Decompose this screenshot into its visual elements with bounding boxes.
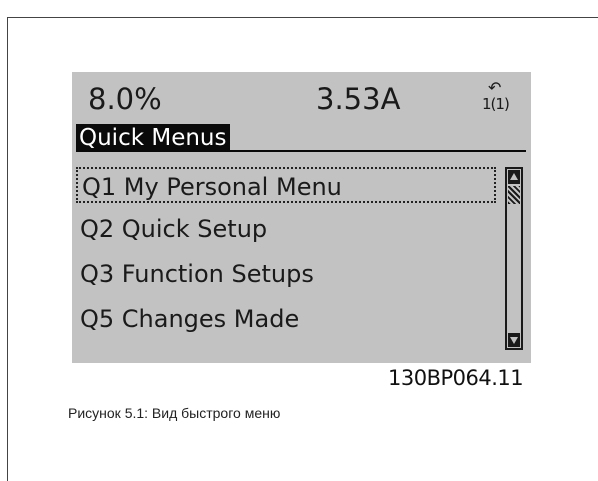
figure-code: 130BP064.11 <box>388 366 524 390</box>
setup-indicator: ↶ 1(1) <box>482 80 522 116</box>
menu-title-bar: Quick Menus <box>76 124 526 152</box>
menu-item-q2[interactable]: Q2 Quick Setup <box>76 211 496 247</box>
scroll-down-arrow-icon[interactable] <box>508 333 520 347</box>
status-row: 8.0% 3.53A ↶ 1(1) <box>72 72 531 122</box>
title-underline <box>76 150 526 152</box>
setup-arrow-icon: ↶ <box>488 78 502 97</box>
figure-caption: Рисунок 5.1: Вид быстрого меню <box>68 405 281 421</box>
status-left-value: 8.0% <box>88 82 162 116</box>
menu-item-q1[interactable]: Q1 My Personal Menu <box>76 167 496 203</box>
menu-title: Quick Menus <box>76 124 231 152</box>
menu-item-q3[interactable]: Q3 Function Setups <box>76 256 496 292</box>
frame-top-border <box>7 17 598 18</box>
scroll-up-arrow-icon[interactable] <box>508 170 520 184</box>
menu-item-q5[interactable]: Q5 Changes Made <box>76 301 496 337</box>
scrollbar[interactable] <box>505 167 523 350</box>
status-mid-value: 3.53A <box>316 82 401 116</box>
lcp-display: 8.0% 3.53A ↶ 1(1) Quick Menus Q1 My Pers… <box>72 72 531 363</box>
setup-indicator-text: 1(1) <box>482 95 510 113</box>
scroll-thumb[interactable] <box>508 186 520 204</box>
frame-left-border <box>7 17 8 481</box>
